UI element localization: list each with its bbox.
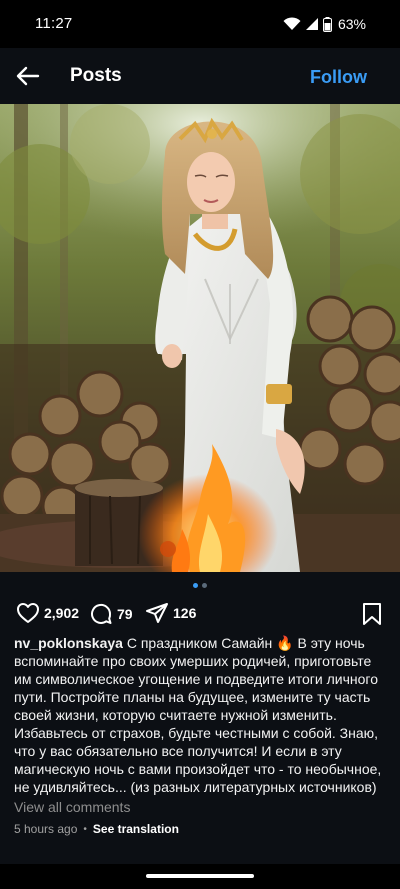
post-timestamp: 5 hours ago [14,822,78,836]
carousel-dot-active [193,583,198,588]
bookmark-button[interactable] [362,602,382,631]
signal-icon [305,18,318,30]
wifi-icon [283,17,301,30]
status-time: 11:27 [35,15,73,32]
view-all-comments-link[interactable]: View all comments [14,799,130,815]
like-button[interactable]: 2,902 [16,602,79,624]
battery-percentage: 63% [337,16,366,32]
caption-text: С праздником Самайн 🔥 В эту ночь вспомин… [14,635,382,795]
follow-button[interactable]: Follow [310,67,367,88]
bookmark-icon [363,603,381,625]
home-indicator[interactable] [146,874,254,878]
share-button[interactable]: 126 [145,602,196,624]
see-translation-link[interactable]: See translation [93,822,179,836]
comment-button[interactable]: 79 [89,602,133,626]
like-count: 2,902 [44,605,80,621]
post-image[interactable] [0,104,400,572]
post-meta: 5 hours ago • See translation [14,822,179,836]
carousel-indicator [0,583,400,591]
post-caption: nv_poklonskaya С праздником Самайн 🔥 В э… [14,634,390,796]
send-icon [146,603,168,623]
share-count: 126 [173,605,197,621]
app-header: Posts Follow [0,48,400,104]
caption-username[interactable]: nv_poklonskaya [14,635,127,651]
battery-icon [322,16,332,32]
comment-count: 79 [117,606,133,622]
post-actions: 2,902 79 126 [0,600,400,630]
status-icons: 63% [283,14,366,34]
status-bar: 11:27 63% [0,0,400,48]
arrow-left-icon [16,66,40,86]
meta-separator: • [83,823,87,835]
post-photo [0,104,400,572]
page-title: Posts [70,65,122,86]
carousel-dot [202,583,207,588]
comment-icon [91,603,112,624]
navigation-bar [0,864,400,889]
heart-icon [17,603,39,623]
back-button[interactable] [12,62,44,90]
